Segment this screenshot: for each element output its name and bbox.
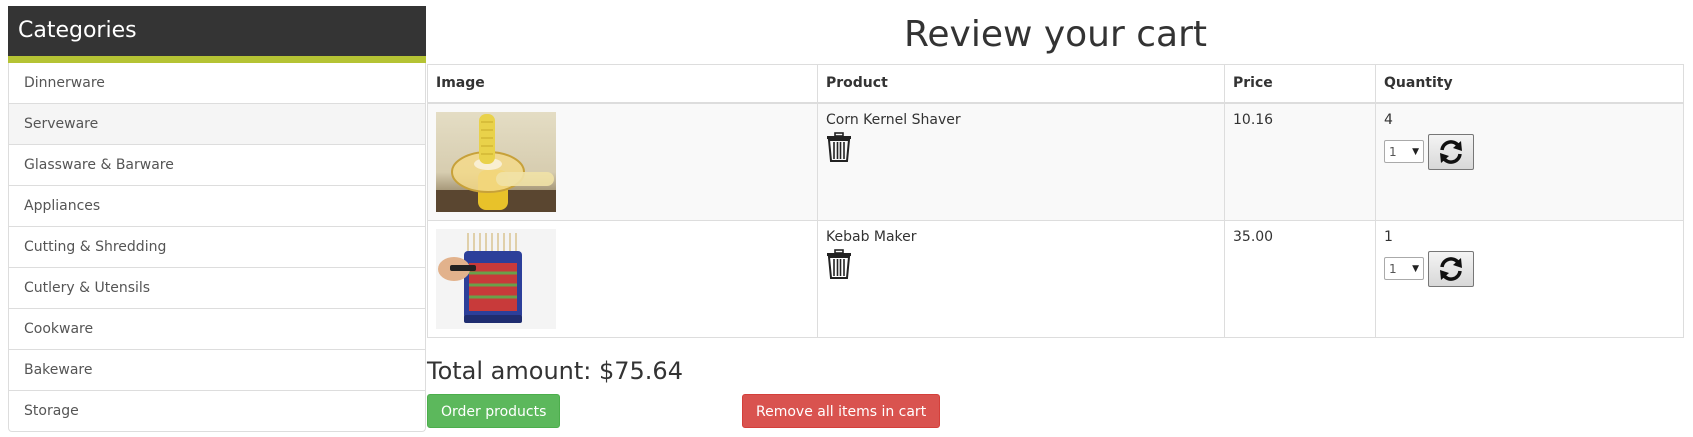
image-cell xyxy=(427,219,818,338)
product-cell: Kebab Maker xyxy=(817,219,1225,338)
column-header-price: Price xyxy=(1224,64,1376,104)
quantity-cell: 4 1 ▼ xyxy=(1375,102,1684,221)
sidebar-item-dinnerware[interactable]: Dinnerware xyxy=(9,63,425,103)
kebab-maker-image xyxy=(436,228,556,329)
cart-main: Review your cart Image Product Price Qua… xyxy=(427,0,1684,430)
page: Categories Dinnerware Serveware Glasswar… xyxy=(0,0,1693,437)
price-cell: 10.16 xyxy=(1224,102,1376,221)
caret-down-icon: ▼ xyxy=(1412,146,1419,157)
trash-icon[interactable] xyxy=(826,131,852,162)
sidebar-item-storage[interactable]: Storage xyxy=(9,390,425,431)
sidebar-item-appliances[interactable]: Appliances xyxy=(9,185,425,226)
categories-title: Categories xyxy=(8,6,426,63)
quantity-value: 4 xyxy=(1384,111,1393,128)
product-cell: Corn Kernel Shaver xyxy=(817,102,1225,221)
column-header-quantity: Quantity xyxy=(1375,64,1684,104)
product-name: Kebab Maker xyxy=(826,228,917,245)
sidebar-item-cutting-shredding[interactable]: Cutting & Shredding xyxy=(9,226,425,267)
refresh-icon xyxy=(1440,139,1462,164)
sidebar-item-glassware-barware[interactable]: Glassware & Barware xyxy=(9,144,425,185)
quantity-controls: 1 ▼ xyxy=(1384,133,1675,170)
categories-sidebar: Categories Dinnerware Serveware Glasswar… xyxy=(8,6,426,432)
refresh-icon xyxy=(1440,256,1462,281)
quantity-value: 1 xyxy=(1384,228,1393,245)
quantity-select[interactable]: 1 ▼ xyxy=(1384,257,1424,280)
sidebar-item-serveware[interactable]: Serveware xyxy=(9,103,425,144)
page-title: Review your cart xyxy=(903,14,1208,55)
image-cell xyxy=(427,102,818,221)
sidebar-item-cookware[interactable]: Cookware xyxy=(9,308,425,349)
quantity-select-value: 1 xyxy=(1389,144,1397,159)
product-name: Corn Kernel Shaver xyxy=(826,111,961,128)
price-cell: 35.00 xyxy=(1224,219,1376,338)
sidebar-item-cutlery-utensils[interactable]: Cutlery & Utensils xyxy=(9,267,425,308)
quantity-controls: 1 ▼ xyxy=(1384,250,1675,287)
update-quantity-button[interactable] xyxy=(1428,250,1474,287)
total-amount: Total amount: $75.64 xyxy=(427,356,683,385)
table-row: Corn Kernel Shaver 10.16 4 1 ▼ xyxy=(427,102,1684,221)
table-header-row: Image Product Price Quantity xyxy=(427,64,1684,104)
quantity-select[interactable]: 1 ▼ xyxy=(1384,140,1424,163)
table-row: Kebab Maker 35.00 1 1 ▼ xyxy=(427,219,1684,338)
cart-table: Image Product Price Quantity Corn Kernel… xyxy=(427,64,1684,338)
order-products-button[interactable]: Order products xyxy=(427,393,561,428)
remove-all-button[interactable]: Remove all items in cart xyxy=(742,393,941,428)
caret-down-icon: ▼ xyxy=(1412,263,1419,274)
corn-kernel-shaver-image xyxy=(436,111,556,212)
trash-icon[interactable] xyxy=(826,248,852,279)
cart-actions: Order products Remove all items in cart xyxy=(427,393,1684,430)
sidebar-item-bakeware[interactable]: Bakeware xyxy=(9,349,425,390)
column-header-product: Product xyxy=(817,64,1225,104)
quantity-cell: 1 1 ▼ xyxy=(1375,219,1684,338)
categories-list: Dinnerware Serveware Glassware & Barware… xyxy=(8,63,426,432)
update-quantity-button[interactable] xyxy=(1428,133,1474,170)
quantity-select-value: 1 xyxy=(1389,261,1397,276)
column-header-image: Image xyxy=(427,64,818,104)
